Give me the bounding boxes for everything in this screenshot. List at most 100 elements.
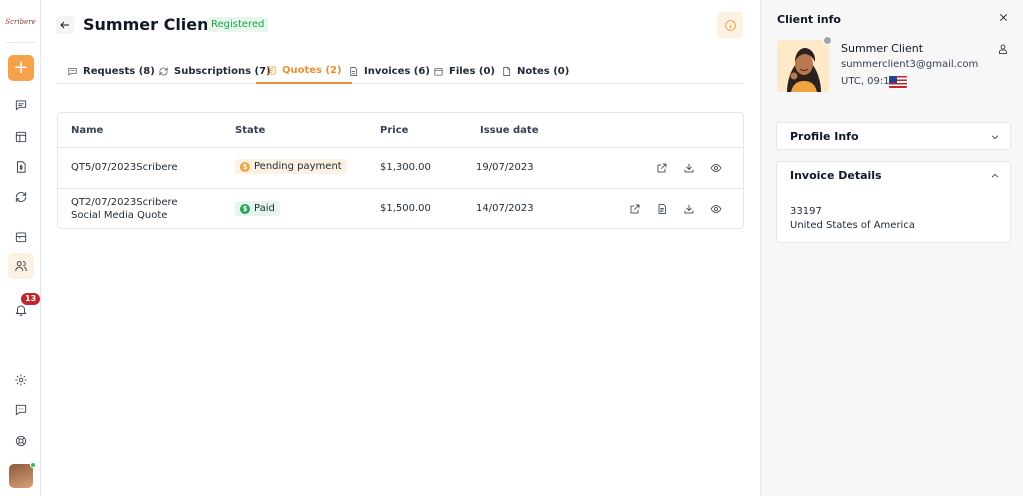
status-badge: $ Pending payment: [235, 159, 347, 174]
external-link-icon: [657, 163, 667, 173]
open-external-button[interactable]: [655, 161, 669, 175]
document-icon: [658, 204, 666, 214]
status-label: Paid: [254, 203, 275, 214]
profile-info-section[interactable]: Profile Info: [776, 122, 1011, 150]
settings-nav-button[interactable]: [8, 367, 34, 393]
client-info-toggle-button[interactable]: [717, 12, 743, 38]
client-email[interactable]: summerclient3@gmail.com: [841, 59, 978, 70]
arrow-left-icon: [60, 21, 69, 29]
quote-description: Social Media Quote: [71, 210, 168, 221]
invoice-country: United States of America: [790, 220, 915, 231]
download-icon: [684, 163, 694, 173]
tab-label: Notes (0): [517, 65, 570, 77]
client-portrait-icon: [777, 40, 829, 92]
us-flag-icon: [889, 76, 907, 88]
gear-icon: [15, 374, 27, 386]
help-nav-button[interactable]: [8, 428, 34, 454]
status-badge: Registered: [207, 17, 269, 32]
client-info-panel: Client info Summer Client summerclient3@…: [760, 0, 1023, 496]
folder-icon: [434, 67, 443, 76]
quote-name[interactable]: QT5/07/2023Scribere: [71, 162, 178, 173]
section-title: Profile Info: [790, 130, 859, 143]
dollar-document-icon: [17, 161, 26, 173]
client-timezone: UTC, 09:13: [841, 76, 896, 87]
dollar-icon: $: [240, 161, 250, 172]
view-button[interactable]: [709, 161, 723, 175]
quote-icon: [267, 65, 276, 75]
messages-nav-button[interactable]: [8, 92, 34, 118]
left-rail: Scribere + 13: [0, 0, 41, 496]
app-logo[interactable]: Scribere: [5, 8, 36, 35]
download-icon: [684, 204, 694, 214]
add-button[interactable]: +: [8, 55, 34, 81]
services-nav-button[interactable]: [8, 224, 34, 250]
message-square-icon: [15, 404, 27, 416]
notification-count-badge: 13: [21, 293, 41, 305]
view-button[interactable]: [709, 202, 723, 216]
tab-label: Invoices (6): [364, 65, 430, 77]
note-icon: [503, 66, 511, 76]
status-label: Pending payment: [254, 161, 342, 172]
close-icon: [999, 13, 1008, 22]
eye-icon: [710, 164, 722, 172]
download-button[interactable]: [682, 202, 696, 216]
client-avatar: [777, 40, 829, 92]
clients-nav-button[interactable]: [8, 253, 34, 279]
quote-price: $1,300.00: [380, 162, 431, 173]
invoice-zip: 33197: [790, 206, 822, 217]
chat-icon: [68, 67, 77, 76]
user-switch-icon: [999, 44, 1007, 54]
column-header-state[interactable]: State: [235, 125, 265, 136]
dollar-icon: $: [240, 203, 250, 214]
external-link-icon: [630, 204, 640, 214]
chat-icon: [15, 100, 27, 111]
column-header-issue-date[interactable]: Issue date: [480, 125, 538, 136]
layout-icon: [15, 131, 27, 143]
info-icon: [724, 19, 736, 31]
quotes-table: Name State Price Issue date QT5/07/2023S…: [57, 112, 744, 229]
users-icon: [15, 261, 27, 272]
invoice-document-button[interactable]: [655, 202, 669, 216]
logo-text: Scribere: [5, 17, 36, 26]
chevron-up-icon[interactable]: [990, 171, 1000, 181]
column-header-price[interactable]: Price: [380, 125, 408, 136]
quote-issue-date: 19/07/2023: [476, 162, 534, 173]
quote-price: $1,500.00: [380, 203, 431, 214]
invoice-details-section: Invoice Details 33197 United States of A…: [776, 161, 1011, 243]
main-content: Summer Client Registered Requests (8) Su…: [41, 0, 760, 496]
bell-icon: [15, 305, 27, 316]
eye-icon: [710, 205, 722, 213]
quote-issue-date: 14/07/2023: [476, 203, 534, 214]
download-button[interactable]: [682, 161, 696, 175]
refresh-icon: [159, 66, 168, 76]
open-external-button[interactable]: [628, 202, 642, 216]
back-button[interactable]: [56, 16, 74, 34]
client-status-dot: [823, 36, 832, 45]
panel-title: Client info: [777, 13, 841, 26]
tab-bar: Requests (8) Subscriptions (7) Quotes (2…: [57, 58, 744, 84]
invoice-icon: [350, 66, 358, 76]
tab-label: Requests (8): [83, 65, 155, 77]
impersonate-user-button[interactable]: [997, 43, 1009, 55]
subscriptions-nav-button[interactable]: [8, 184, 34, 210]
online-status-dot: [30, 462, 36, 468]
tab-label: Files (0): [449, 65, 496, 77]
store-icon: [15, 232, 27, 243]
table-row[interactable]: QT5/07/2023Scribere $ Pending payment $1…: [58, 147, 743, 188]
section-title[interactable]: Invoice Details: [790, 169, 882, 182]
column-header-name[interactable]: Name: [71, 125, 103, 136]
page-title: Summer Client: [83, 15, 217, 34]
dashboard-nav-button[interactable]: [8, 124, 34, 150]
current-user-avatar[interactable]: [9, 464, 33, 488]
client-name: Summer Client: [841, 42, 924, 55]
feedback-nav-button[interactable]: [8, 397, 34, 423]
close-panel-button[interactable]: [998, 12, 1010, 24]
refresh-icon: [15, 191, 27, 203]
status-badge: $ Paid: [235, 201, 280, 216]
tab-notes[interactable]: Notes (0): [491, 58, 579, 84]
chevron-down-icon: [990, 132, 1000, 142]
lifebuoy-icon: [15, 435, 27, 447]
quote-name[interactable]: QT2/07/2023Scribere: [71, 197, 178, 208]
invoices-nav-button[interactable]: [8, 154, 34, 180]
table-row[interactable]: QT2/07/2023Scribere Social Media Quote $…: [58, 188, 743, 228]
